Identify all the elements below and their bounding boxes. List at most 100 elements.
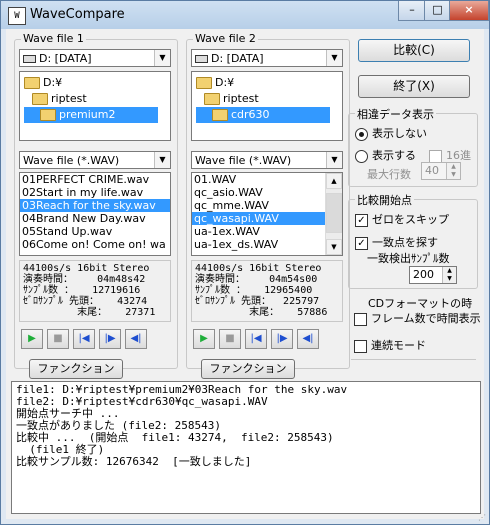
list-item-selected[interactable]: qc_wasapi.WAV (192, 212, 326, 225)
wave-file-1-group: Wave file 1 D: [DATA] ▼ D:¥ riptest prem… (14, 32, 178, 393)
checkmark-icon[interactable]: ✓ (355, 213, 368, 227)
file2-duration: 演奏時間： 04m54s00 (195, 274, 318, 285)
app-icon[interactable]: W (8, 7, 26, 25)
exit-button[interactable]: 終了(X) (358, 75, 470, 98)
radio-selected-icon[interactable] (355, 127, 368, 141)
log-line: 比較サンプル数: 12676342 [一致しました] (16, 455, 252, 468)
find-match-checkbox[interactable]: ✓ 一致点を探す (355, 234, 438, 250)
chevron-down-icon[interactable]: ▼ (154, 50, 170, 66)
list-item[interactable]: 06Come on! Come on! wa (20, 238, 170, 251)
skip-forward-icon[interactable]: |▶ (271, 329, 293, 349)
file2-samples: ｻﾝﾌﾟﾙ数 ： 12965400 (195, 285, 313, 296)
list-item[interactable]: 05Stand Up.wav (20, 225, 170, 238)
folder-open-icon (196, 77, 212, 89)
skip-back-icon[interactable]: |◀ (73, 329, 95, 349)
list-item-selected[interactable]: 03Reach for the sky.wav (20, 199, 170, 212)
list-item[interactable]: 01.WAV (192, 173, 342, 186)
file2-drive-value: D: [DATA] (211, 52, 264, 65)
list-item[interactable]: qc_asio.WAV (192, 186, 342, 199)
folder-open-icon (40, 109, 56, 121)
file1-filter-select[interactable]: Wave file (*.WAV) ▼ (19, 151, 171, 169)
title-bar[interactable]: W WaveCompare – □ × (1, 1, 489, 29)
skip-zero-checkbox[interactable]: ✓ ゼロをスキップ (355, 211, 449, 227)
folder-open-icon (212, 109, 228, 121)
file2-info-panel: 44100s/s 16bit Stereo 演奏時間： 04m54s00 ｻﾝﾌ… (191, 260, 343, 322)
file1-samples: ｻﾝﾌﾟﾙ数 ： 12719616 (23, 285, 141, 296)
file2-filter-value: Wave file (*.WAV) (195, 154, 292, 167)
function-1-button[interactable]: ファンクション(1)... (29, 359, 123, 393)
file2-folder-tree[interactable]: D:¥ riptest cdr630 (191, 71, 343, 141)
file1-file-list[interactable]: 01PERFECT CRIME.wav 02Start in my life.w… (19, 172, 171, 256)
file2-filter-select[interactable]: Wave file (*.WAV) ▼ (191, 151, 343, 169)
spin-arrows-icon[interactable]: ▲ ▼ (446, 163, 460, 179)
list-item[interactable]: 02Start in my life.wav (20, 186, 170, 199)
list-item[interactable]: ua-1ex_ds.WAV (192, 238, 342, 251)
tree-node-root[interactable]: D:¥ (24, 75, 62, 91)
list-item[interactable]: ua-1ex.WAV (192, 225, 342, 238)
display-radio[interactable]: 表示する (355, 147, 416, 163)
file1-folder-tree[interactable]: D:¥ riptest premium2 (19, 71, 171, 141)
wave-file-1-label: Wave file 1 (21, 32, 86, 45)
chevron-down-icon[interactable]: ▼ (326, 152, 342, 168)
compare-start-group: 比較開始点 ✓ ゼロをスキップ ✓ 一致点を探す 一致検出ｻﾝﾌﾟﾙ数 200 ▲ ▼ (348, 192, 478, 289)
max-rows-label: 最大行数 (367, 168, 411, 181)
rewind-end-icon[interactable]: ◀| (297, 329, 319, 349)
match-samples-label: 一致検出ｻﾝﾌﾟﾙ数 (367, 252, 450, 265)
folder-open-icon (204, 93, 220, 105)
tree-node-selected[interactable]: cdr630 (196, 107, 330, 123)
checkbox-icon[interactable] (429, 149, 442, 163)
skip-back-icon[interactable]: |◀ (245, 329, 267, 349)
tree-node-riptest[interactable]: riptest (204, 91, 259, 107)
minimize-button[interactable]: – (398, 1, 426, 21)
play-icon[interactable]: ▶ (21, 329, 43, 349)
scroll-thumb[interactable] (326, 193, 342, 233)
folder-open-icon (24, 77, 40, 89)
list-item[interactable]: 01PERFECT CRIME.wav (20, 173, 170, 186)
drive-icon (195, 55, 208, 63)
file1-zero-head: ｾﾞﾛｻﾝﾌﾟﾙ 先頭： 43274 (23, 296, 148, 307)
rewind-end-icon[interactable]: ◀| (125, 329, 147, 349)
file1-drive-select[interactable]: D: [DATA] ▼ (19, 49, 171, 67)
scroll-up-icon[interactable]: ▲ (326, 173, 342, 189)
file2-drive-select[interactable]: D: [DATA] ▼ (191, 49, 343, 67)
hex-checkbox[interactable]: 16進 (429, 147, 471, 163)
tree-node-root[interactable]: D:¥ (196, 75, 234, 91)
maximize-button[interactable]: □ (424, 1, 451, 21)
continuous-mode-checkbox[interactable]: 連続モード (354, 337, 426, 353)
file2-list-scrollbar[interactable]: ▲ ▼ (325, 173, 342, 255)
match-samples-field[interactable]: 200 ▲ ▼ (409, 266, 457, 284)
checkbox-icon[interactable] (354, 339, 367, 353)
scroll-down-icon[interactable]: ▼ (326, 239, 342, 255)
cd-format-label: CDフォーマットの時 (368, 297, 473, 310)
resize-grip-icon[interactable]: ⋰ (478, 513, 488, 523)
function-2-button[interactable]: ファンクション(2)... (201, 359, 295, 393)
chevron-down-icon[interactable]: ▼ (326, 50, 342, 66)
skip-forward-icon[interactable]: |▶ (99, 329, 121, 349)
no-display-radio[interactable]: 表示しない (355, 125, 427, 141)
tree-node-selected[interactable]: premium2 (24, 107, 158, 123)
list-item[interactable]: qc_mme.WAV (192, 199, 342, 212)
separator (351, 359, 476, 360)
compare-button[interactable]: 比較(C) (358, 39, 470, 62)
file2-file-list[interactable]: 01.WAV qc_asio.WAV qc_mme.WAV qc_wasapi.… (191, 172, 343, 256)
log-output[interactable]: file1: D:¥riptest¥premium2¥03Reach for t… (11, 381, 481, 514)
checkbox-icon[interactable] (354, 312, 367, 326)
chevron-down-icon[interactable]: ▼ (154, 152, 170, 168)
frame-time-checkbox[interactable]: フレーム数で時間表示 (354, 310, 481, 326)
play-icon[interactable]: ▶ (193, 329, 215, 349)
client-area: Wave file 1 D: [DATA] ▼ D:¥ riptest prem… (6, 29, 484, 519)
checkmark-icon[interactable]: ✓ (355, 236, 368, 250)
stop-icon[interactable]: ■ (47, 329, 69, 349)
file1-info-panel: 44100s/s 16bit Stereo 演奏時間： 04m48s42 ｻﾝﾌ… (19, 260, 171, 322)
radio-icon[interactable] (355, 149, 368, 163)
close-button[interactable]: × (449, 1, 489, 21)
list-item[interactable]: 04Brand New Day.wav (20, 212, 170, 225)
spin-arrows-icon[interactable]: ▲ ▼ (442, 267, 456, 283)
stop-icon[interactable]: ■ (219, 329, 241, 349)
diff-display-group: 相違データ表示 表示しない 表示する 16進 最大行数 40 ▲ ▼ (348, 106, 478, 187)
file1-filter-value: Wave file (*.WAV) (23, 154, 120, 167)
max-rows-field[interactable]: 40 ▲ ▼ (421, 162, 461, 180)
tree-node-riptest[interactable]: riptest (32, 91, 87, 107)
file2-zero-head: ｾﾞﾛｻﾝﾌﾟﾙ 先頭： 225797 (195, 296, 320, 307)
drive-icon (23, 55, 36, 63)
